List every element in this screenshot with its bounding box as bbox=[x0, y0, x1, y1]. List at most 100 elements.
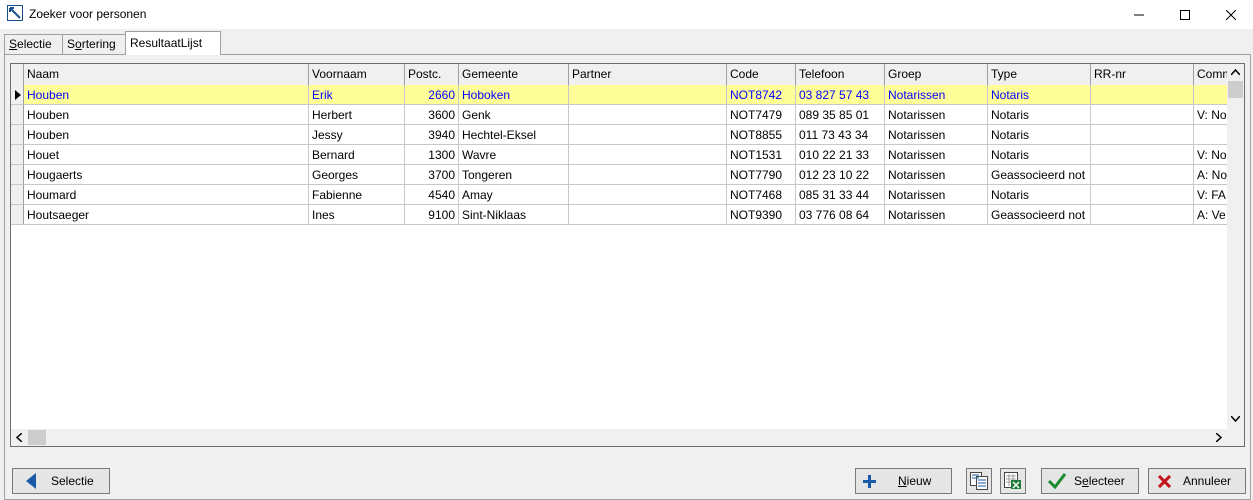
column-header[interactable]: Telefoon bbox=[796, 64, 885, 85]
table-cell[interactable]: NOT7790 bbox=[727, 165, 796, 185]
table-cell[interactable]: Hechtel-Eksel bbox=[459, 125, 569, 145]
column-header[interactable]: Gemeente bbox=[459, 64, 569, 85]
tab-resultaatlijst[interactable]: ResultaatLijst bbox=[125, 31, 221, 55]
table-cell[interactable]: Genk bbox=[459, 105, 569, 125]
table-cell[interactable] bbox=[1091, 85, 1194, 105]
table-cell[interactable]: 010 22 21 33 bbox=[796, 145, 885, 165]
table-cell[interactable]: Notarissen bbox=[885, 125, 988, 145]
table-cell[interactable]: 1300 bbox=[405, 145, 459, 165]
table-cell[interactable] bbox=[569, 105, 727, 125]
table-cell[interactable]: Notaris bbox=[988, 125, 1091, 145]
table-cell[interactable] bbox=[569, 125, 727, 145]
table-cell[interactable]: Sint-Niklaas bbox=[459, 205, 569, 225]
table-cell[interactable]: Notarissen bbox=[885, 85, 988, 105]
table-cell[interactable]: 089 35 85 01 bbox=[796, 105, 885, 125]
export-excel-button[interactable] bbox=[1000, 468, 1026, 494]
scroll-up-icon[interactable] bbox=[1231, 69, 1240, 75]
scroll-right-icon[interactable] bbox=[1216, 433, 1222, 442]
annuleer-button[interactable]: Annuleer bbox=[1148, 468, 1246, 494]
row-indicator[interactable] bbox=[11, 185, 24, 205]
table-cell[interactable] bbox=[1091, 185, 1194, 205]
table-cell[interactable]: NOT8742 bbox=[727, 85, 796, 105]
vertical-scrollbar[interactable] bbox=[1227, 64, 1244, 429]
table-cell[interactable]: Hoboken bbox=[459, 85, 569, 105]
table-cell[interactable] bbox=[569, 165, 727, 185]
table-cell[interactable] bbox=[1091, 125, 1194, 145]
column-header[interactable]: Groep bbox=[885, 64, 988, 85]
table-cell[interactable]: Hougaerts bbox=[24, 165, 309, 185]
vertical-scroll-thumb[interactable] bbox=[1228, 81, 1243, 98]
table-cell[interactable]: 9100 bbox=[405, 205, 459, 225]
column-header[interactable]: Partner bbox=[569, 64, 727, 85]
minimize-button[interactable] bbox=[1116, 0, 1162, 29]
table-cell[interactable]: NOT7479 bbox=[727, 105, 796, 125]
row-indicator[interactable] bbox=[11, 125, 24, 145]
table-cell[interactable]: Houet bbox=[24, 145, 309, 165]
table-cell[interactable]: 3600 bbox=[405, 105, 459, 125]
table-cell[interactable]: Houben bbox=[24, 105, 309, 125]
horizontal-scroll-thumb[interactable] bbox=[28, 430, 46, 445]
table-cell[interactable]: Notaris bbox=[988, 185, 1091, 205]
table-cell[interactable]: Erik bbox=[309, 85, 405, 105]
table-cell[interactable]: Herbert bbox=[309, 105, 405, 125]
copy-list-button[interactable] bbox=[966, 468, 992, 494]
row-indicator[interactable] bbox=[11, 145, 24, 165]
table-cell[interactable]: Houmard bbox=[24, 185, 309, 205]
table-cell[interactable]: Notarissen bbox=[885, 205, 988, 225]
table-cell[interactable]: NOT9390 bbox=[727, 205, 796, 225]
table-cell[interactable]: Wavre bbox=[459, 145, 569, 165]
table-cell[interactable]: Notaris bbox=[988, 105, 1091, 125]
row-indicator[interactable] bbox=[11, 85, 24, 105]
table-cell[interactable]: Amay bbox=[459, 185, 569, 205]
horizontal-scrollbar[interactable] bbox=[11, 429, 1227, 446]
selectie-button[interactable]: Selectie bbox=[12, 468, 110, 494]
table-cell[interactable]: NOT1531 bbox=[727, 145, 796, 165]
table-cell[interactable]: Fabienne bbox=[309, 185, 405, 205]
table-cell[interactable] bbox=[1091, 145, 1194, 165]
table-row[interactable]: Houet Bernard 1300 Wavre NOT1531 010 22 21 33… bbox=[11, 145, 1234, 165]
column-header[interactable]: RR-nr bbox=[1091, 64, 1194, 85]
table-cell[interactable]: Notaris bbox=[988, 145, 1091, 165]
table-cell[interactable]: NOT7468 bbox=[727, 185, 796, 205]
table-cell[interactable]: Jessy bbox=[309, 125, 405, 145]
table-cell[interactable]: Geassocieerd not bbox=[988, 205, 1091, 225]
maximize-button[interactable] bbox=[1162, 0, 1208, 29]
table-cell[interactable]: Notaris bbox=[988, 85, 1091, 105]
column-header[interactable]: Type bbox=[988, 64, 1091, 85]
table-cell[interactable]: Ines bbox=[309, 205, 405, 225]
column-header[interactable]: Postc. bbox=[405, 64, 459, 85]
table-cell[interactable] bbox=[569, 185, 727, 205]
table-cell[interactable]: Houben bbox=[24, 125, 309, 145]
close-button[interactable] bbox=[1208, 0, 1253, 29]
table-cell[interactable] bbox=[1091, 165, 1194, 185]
table-cell[interactable]: Notarissen bbox=[885, 105, 988, 125]
table-cell[interactable]: Geassocieerd not bbox=[988, 165, 1091, 185]
column-header[interactable]: Code bbox=[727, 64, 796, 85]
table-cell[interactable]: 03 776 08 64 bbox=[796, 205, 885, 225]
table-cell[interactable]: Tongeren bbox=[459, 165, 569, 185]
table-cell[interactable] bbox=[569, 145, 727, 165]
table-cell[interactable]: Houtsaeger bbox=[24, 205, 309, 225]
table-cell[interactable] bbox=[1091, 205, 1194, 225]
table-cell[interactable]: 011 73 43 34 bbox=[796, 125, 885, 145]
table-cell[interactable]: Notarissen bbox=[885, 145, 988, 165]
table-row[interactable]: Houmard Fabienne 4540 Amay NOT7468 085 31 33 … bbox=[11, 185, 1234, 205]
table-cell[interactable]: 3940 bbox=[405, 125, 459, 145]
table-row[interactable]: Houben Herbert 3600 Genk NOT7479 089 35 85 01… bbox=[11, 105, 1234, 125]
column-header[interactable]: Naam bbox=[24, 64, 309, 85]
table-cell[interactable] bbox=[1091, 105, 1194, 125]
table-cell[interactable]: 03 827 57 43 bbox=[796, 85, 885, 105]
tab-selectie[interactable]: Selectie bbox=[4, 34, 63, 54]
table-cell[interactable] bbox=[569, 205, 727, 225]
table-cell[interactable]: Notarissen bbox=[885, 185, 988, 205]
table-cell[interactable]: 3700 bbox=[405, 165, 459, 185]
table-row[interactable]: Houtsaeger Ines 9100 Sint-Niklaas NOT9390 03 … bbox=[11, 205, 1234, 225]
row-indicator[interactable] bbox=[11, 165, 24, 185]
row-indicator[interactable] bbox=[11, 105, 24, 125]
table-cell[interactable]: Bernard bbox=[309, 145, 405, 165]
table-cell[interactable]: Houben bbox=[24, 85, 309, 105]
table-cell[interactable]: NOT8855 bbox=[727, 125, 796, 145]
table-cell[interactable]: Notarissen bbox=[885, 165, 988, 185]
table-row[interactable]: Houben Erik 2660 Hoboken NOT8742 03 827 57 43… bbox=[11, 85, 1234, 105]
table-row[interactable]: Houben Jessy 3940 Hechtel-Eksel NOT8855 011 7… bbox=[11, 125, 1234, 145]
